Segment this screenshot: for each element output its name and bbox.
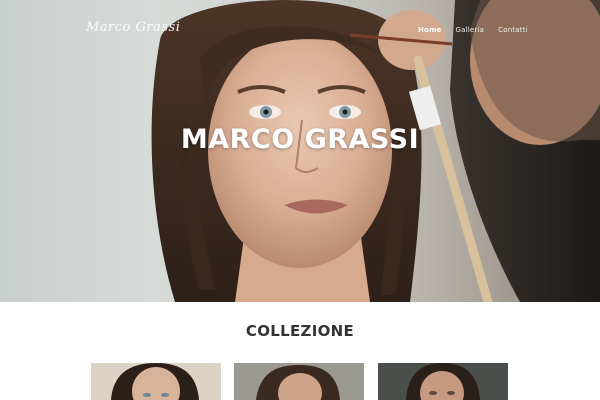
collection-gallery [91,363,509,400]
site-logo[interactable]: Marco Grassi [86,20,180,35]
nav-contatti-link[interactable]: Contatti [498,26,528,34]
portrait-thumb-3[interactable] [378,363,508,400]
main-navigation: Home Galleria Contatti [418,26,528,34]
nav-galleria-link[interactable]: Galleria [456,26,485,34]
hero-banner: Marco Grassi Home Galleria Contatti MARC… [0,0,600,302]
collection-title: COLLEZIONE [245,322,355,340]
hero-title: MARCO GRASSI [180,124,420,155]
portrait-thumb-2[interactable] [234,363,364,400]
portrait-thumb-1[interactable] [91,363,221,400]
nav-home-link[interactable]: Home [418,26,442,34]
